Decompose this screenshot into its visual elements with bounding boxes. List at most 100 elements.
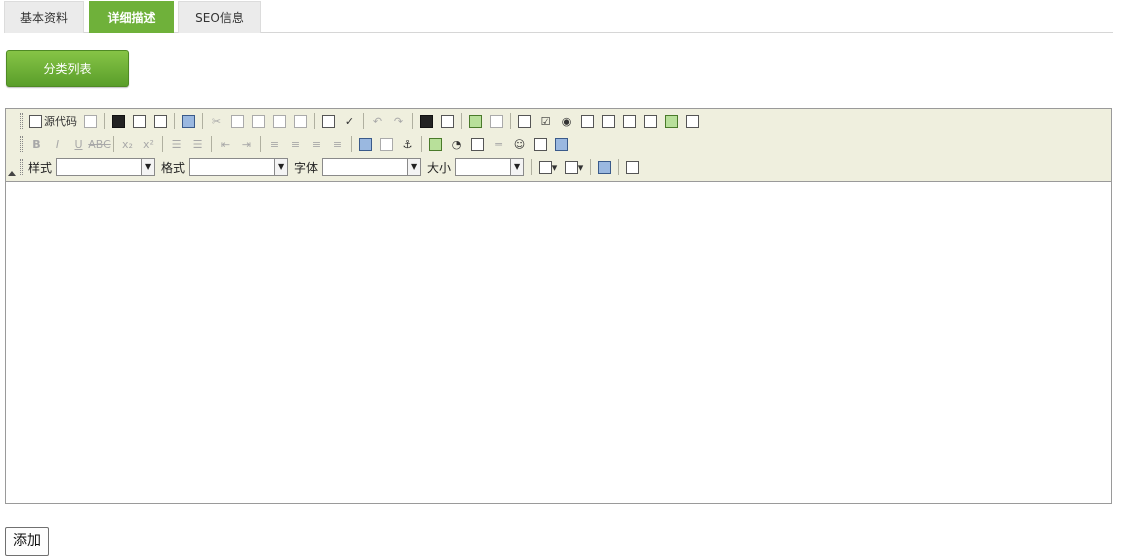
source-button[interactable]: 源代码 — [26, 111, 80, 131]
image-button-button[interactable] — [661, 111, 682, 131]
templates-button[interactable] — [178, 111, 199, 131]
page-break-button[interactable] — [551, 134, 572, 154]
maximize-button[interactable] — [594, 157, 615, 177]
special-char-icon — [534, 137, 547, 151]
cut-button[interactable]: ✂ — [206, 111, 227, 131]
editor-toolbar: 源代码 ✂ ✓ ↶ ↷ ☑ ◉ B I U ABC x₂ x² ☰ ☰ ⇤ ⇥ … — [6, 109, 1111, 182]
chevron-down-icon: ▼ — [510, 159, 524, 175]
find-button[interactable] — [416, 111, 437, 131]
anchor-button[interactable]: ⚓ — [397, 134, 418, 154]
indent-button[interactable]: ⇥ — [236, 134, 257, 154]
select-field-button[interactable] — [619, 111, 640, 131]
page-break-icon — [555, 137, 568, 151]
print-button[interactable] — [318, 111, 339, 131]
special-char-button[interactable] — [530, 134, 551, 154]
align-left-button[interactable]: ≡ — [264, 134, 285, 154]
textfield-button[interactable] — [577, 111, 598, 131]
image-button-icon — [665, 114, 678, 128]
outdent-button[interactable]: ⇤ — [215, 134, 236, 154]
find-icon — [420, 114, 433, 128]
bg-color-button[interactable]: ▾ — [561, 157, 587, 177]
italic-button[interactable]: I — [47, 134, 68, 154]
undo-button[interactable]: ↶ — [367, 111, 388, 131]
style-select[interactable]: ▼ — [56, 158, 156, 176]
format-label: 格式 — [161, 160, 186, 175]
horizontal-rule-button[interactable]: ═ — [488, 134, 509, 154]
templates-icon — [182, 114, 195, 128]
template-button[interactable] — [80, 111, 101, 131]
font-select[interactable]: ▼ — [322, 158, 422, 176]
bold-button[interactable]: B — [26, 134, 47, 154]
smiley-button[interactable]: ☺ — [509, 134, 530, 154]
new-page-button[interactable] — [129, 111, 150, 131]
radio-button[interactable]: ◉ — [556, 111, 577, 131]
textarea-icon — [602, 114, 615, 128]
checkbox-button[interactable]: ☑ — [535, 111, 556, 131]
image-button[interactable] — [425, 134, 446, 154]
paste-button[interactable] — [248, 111, 269, 131]
toolbar-grip — [20, 113, 23, 129]
preview-button[interactable] — [150, 111, 171, 131]
replace-icon — [441, 114, 454, 128]
bg-color-icon — [564, 160, 578, 174]
paste-text-button[interactable] — [269, 111, 290, 131]
paste-word-button[interactable] — [290, 111, 311, 131]
textarea-button[interactable] — [598, 111, 619, 131]
format-select[interactable]: ▼ — [189, 158, 289, 176]
link-icon — [359, 137, 372, 151]
hidden-field-icon — [686, 114, 699, 128]
text-color-button[interactable]: ▾ — [535, 157, 561, 177]
copy-button[interactable] — [227, 111, 248, 131]
chevron-down-icon: ▼ — [141, 159, 155, 175]
redo-button[interactable]: ↷ — [388, 111, 409, 131]
button-field-button[interactable] — [640, 111, 661, 131]
select-all-button[interactable] — [465, 111, 486, 131]
add-button[interactable]: 添加 — [5, 527, 49, 556]
link-button[interactable] — [355, 134, 376, 154]
flash-button[interactable]: ◔ — [446, 134, 467, 154]
source-icon — [29, 114, 42, 128]
chevron-down-icon: ▼ — [407, 159, 421, 175]
save-icon — [112, 114, 125, 128]
style-label: 样式 — [28, 160, 53, 175]
form-button[interactable] — [514, 111, 535, 131]
help-icon — [626, 160, 640, 174]
tab-bar: 基本资料 详细描述 SEO信息 — [4, 0, 1113, 33]
bulleted-list-button[interactable]: ☰ — [187, 134, 208, 154]
strike-button[interactable]: ABC — [88, 134, 111, 154]
hidden-field-button[interactable] — [682, 111, 703, 131]
size-select[interactable]: ▼ — [455, 158, 525, 176]
preview-icon — [154, 114, 167, 128]
editor-content-area[interactable] — [6, 182, 1111, 503]
image-icon — [429, 137, 442, 151]
button-field-icon — [644, 114, 657, 128]
underline-button[interactable]: U — [68, 134, 89, 154]
align-center-button[interactable]: ≡ — [285, 134, 306, 154]
size-label: 大小 — [427, 160, 452, 175]
toolbar-grip — [20, 136, 23, 152]
rich-text-editor: 源代码 ✂ ✓ ↶ ↷ ☑ ◉ B I U ABC x₂ x² ☰ ☰ ⇤ ⇥ … — [5, 108, 1112, 504]
superscript-button[interactable]: x² — [138, 134, 159, 154]
table-button[interactable] — [467, 134, 488, 154]
select-all-icon — [469, 114, 482, 128]
subscript-button[interactable]: x₂ — [117, 134, 138, 154]
unlink-icon — [380, 137, 393, 151]
numbered-list-button[interactable]: ☰ — [166, 134, 187, 154]
unlink-button[interactable] — [376, 134, 397, 154]
replace-button[interactable] — [437, 111, 458, 131]
justify-button[interactable]: ≡ — [327, 134, 348, 154]
save-button[interactable] — [108, 111, 129, 131]
tab-seo-info[interactable]: SEO信息 — [178, 1, 261, 33]
align-right-button[interactable]: ≡ — [306, 134, 327, 154]
tab-detail-description[interactable]: 详细描述 — [89, 1, 174, 33]
table-icon — [471, 137, 484, 151]
category-list-button[interactable]: 分类列表 — [6, 50, 129, 87]
spellcheck-button[interactable]: ✓ — [339, 111, 360, 131]
toolbar-collapse-icon[interactable] — [8, 171, 16, 176]
print-icon — [322, 114, 335, 128]
remove-format-button[interactable] — [486, 111, 507, 131]
toolbar-grip — [20, 159, 23, 175]
toolbar-row-3: 样式 ▼ 格式 ▼ 字体 ▼ 大小 ▼ ▾ ▾ — [20, 157, 643, 177]
about-button[interactable] — [622, 157, 643, 177]
tab-basic-info[interactable]: 基本资料 — [4, 1, 84, 33]
